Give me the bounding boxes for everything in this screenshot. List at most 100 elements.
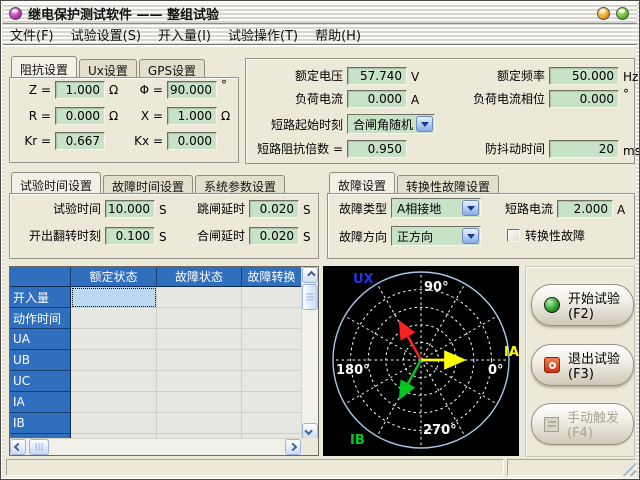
col-header-rated-state[interactable]: 额定状态 (71, 267, 157, 287)
row-header-action-time[interactable]: 动作时间 (10, 308, 71, 329)
phi-field[interactable]: 90.000 (167, 81, 217, 99)
dropdown-arrow-button[interactable] (462, 200, 479, 216)
col-header-fault-state[interactable]: 故障状态 (157, 267, 242, 287)
x-label: X = (127, 108, 163, 125)
start-test-button[interactable]: 开始试验(F2) (531, 284, 634, 326)
row-header-binary-input[interactable]: 开入量 (10, 287, 71, 308)
row-header-ua[interactable]: UA (10, 329, 71, 350)
table-cell[interactable] (242, 413, 301, 434)
menu-binary-input[interactable]: 开入量(I) (158, 25, 211, 44)
table-cell[interactable] (242, 329, 301, 350)
scroll-down-button[interactable] (302, 423, 318, 439)
tab-evolving-fault-settings[interactable]: 转换性故障设置 (397, 175, 499, 193)
x-field[interactable]: 1.000 (167, 107, 217, 125)
fault-direction-value: 正方向 (397, 228, 433, 245)
app-icon[interactable] (9, 7, 22, 20)
tab-test-time-settings[interactable]: 试验时间设置 (11, 172, 101, 193)
tab-impedance-settings[interactable]: 阻抗设置 (11, 56, 77, 77)
manual-trigger-button[interactable]: 手动触发(F4) (531, 403, 634, 445)
horizontal-scroll-thumb[interactable] (29, 439, 49, 455)
tab-ux-settings[interactable]: Ux设置 (79, 59, 137, 77)
menu-test-operation[interactable]: 试验操作(T) (228, 25, 298, 44)
window-controls (597, 7, 629, 20)
scroll-right-button[interactable] (285, 439, 301, 455)
output-flip-time-field[interactable]: 0.100 (105, 227, 155, 245)
row-header-ia[interactable]: IA (10, 392, 71, 413)
table-cell[interactable] (157, 413, 242, 434)
row-header-ib[interactable]: IB (10, 413, 71, 434)
vertical-scrollbar[interactable] (301, 267, 318, 439)
row-header-uc[interactable]: UC (10, 371, 71, 392)
exit-test-button[interactable]: 退出试验(F3) (531, 344, 634, 386)
impedance-multiple-field[interactable]: 0.950 (347, 140, 407, 158)
col-header-fault-transfer[interactable]: 故障转换 (242, 267, 301, 287)
title-bar[interactable]: 继电保护测试软件 —— 整组试验 (3, 3, 637, 24)
table-cell[interactable] (71, 392, 157, 413)
short-circuit-start-label: 短路起始时刻 (253, 117, 343, 134)
table-cell[interactable] (242, 308, 301, 329)
load-current-phase-field[interactable]: 0.000 (549, 90, 619, 108)
table-cell[interactable] (242, 392, 301, 413)
table-cell[interactable] (157, 392, 242, 413)
dropdown-arrow-button[interactable] (462, 228, 479, 244)
table-cell[interactable] (71, 329, 157, 350)
fault-type-dropdown[interactable]: A相接地 (391, 198, 481, 218)
r-label: R = (15, 108, 51, 125)
vertical-scroll-thumb[interactable] (302, 284, 318, 310)
chevron-right-icon (289, 443, 297, 451)
menu-test-settings[interactable]: 试验设置(S) (71, 25, 141, 44)
chevron-down-icon (467, 234, 475, 243)
row-header-ub[interactable]: UB (10, 350, 71, 371)
table-cell[interactable] (71, 371, 157, 392)
kr-field[interactable]: 0.667 (55, 132, 105, 150)
phi-label: Φ = (127, 82, 163, 99)
fault-direction-dropdown[interactable]: 正方向 (391, 226, 481, 246)
z-label: Z = (15, 82, 51, 99)
scroll-up-button[interactable] (302, 267, 318, 283)
short-circuit-start-dropdown[interactable]: 合闸角随机 (347, 114, 435, 134)
test-time-label: 试验时间 (15, 201, 101, 218)
close-delay-unit: S (303, 229, 311, 246)
evolving-fault-checkbox[interactable] (507, 229, 520, 242)
test-time-field[interactable]: 10.000 (105, 200, 155, 218)
kx-field[interactable]: 0.000 (167, 132, 217, 150)
table-cell[interactable] (157, 287, 242, 308)
tab-system-param-settings[interactable]: 系统参数设置 (195, 175, 285, 193)
close-delay-field[interactable]: 0.020 (249, 227, 299, 245)
close-button[interactable] (616, 7, 629, 20)
table-cell[interactable] (242, 350, 301, 371)
table-cell[interactable] (157, 329, 242, 350)
menu-bar: 文件(F) 试验设置(S) 开入量(I) 试验操作(T) 帮助(H) (3, 25, 637, 45)
minimize-button[interactable] (597, 7, 610, 20)
table-cell[interactable] (71, 308, 157, 329)
menu-help[interactable]: 帮助(H) (315, 25, 361, 44)
output-flip-time-unit: S (159, 229, 167, 246)
tab-fault-settings[interactable]: 故障设置 (329, 172, 395, 193)
short-circuit-current-field[interactable]: 2.000 (557, 200, 613, 218)
z-field[interactable]: 1.000 (55, 81, 105, 99)
table-cell[interactable] (242, 371, 301, 392)
menu-file[interactable]: 文件(F) (10, 25, 54, 44)
rated-frequency-field[interactable]: 50.000 (549, 67, 619, 85)
table-cell[interactable] (157, 308, 242, 329)
table-cell-selected[interactable] (71, 287, 157, 308)
x-unit: Ω (221, 108, 230, 125)
table-cell[interactable] (71, 413, 157, 434)
fault-type-label: 故障类型 (335, 201, 387, 218)
load-current-field[interactable]: 0.000 (347, 90, 407, 108)
table-cell[interactable] (157, 371, 242, 392)
dropdown-arrow-button[interactable] (416, 116, 433, 132)
rated-voltage-field[interactable]: 57.740 (347, 67, 407, 85)
table-cell[interactable] (242, 287, 301, 308)
trip-delay-field[interactable]: 0.020 (249, 200, 299, 218)
status-message-panel (6, 459, 504, 476)
horizontal-scrollbar[interactable] (10, 438, 301, 455)
phase-label-ia: IA (504, 345, 519, 360)
tab-gps-settings[interactable]: GPS设置 (139, 59, 205, 77)
table-cell[interactable] (71, 350, 157, 371)
r-field[interactable]: 0.000 (55, 107, 105, 125)
scroll-left-button[interactable] (10, 439, 26, 455)
debounce-time-field[interactable]: 20 (549, 140, 619, 158)
table-cell[interactable] (157, 350, 242, 371)
tab-fault-time-settings[interactable]: 故障时间设置 (103, 175, 193, 193)
